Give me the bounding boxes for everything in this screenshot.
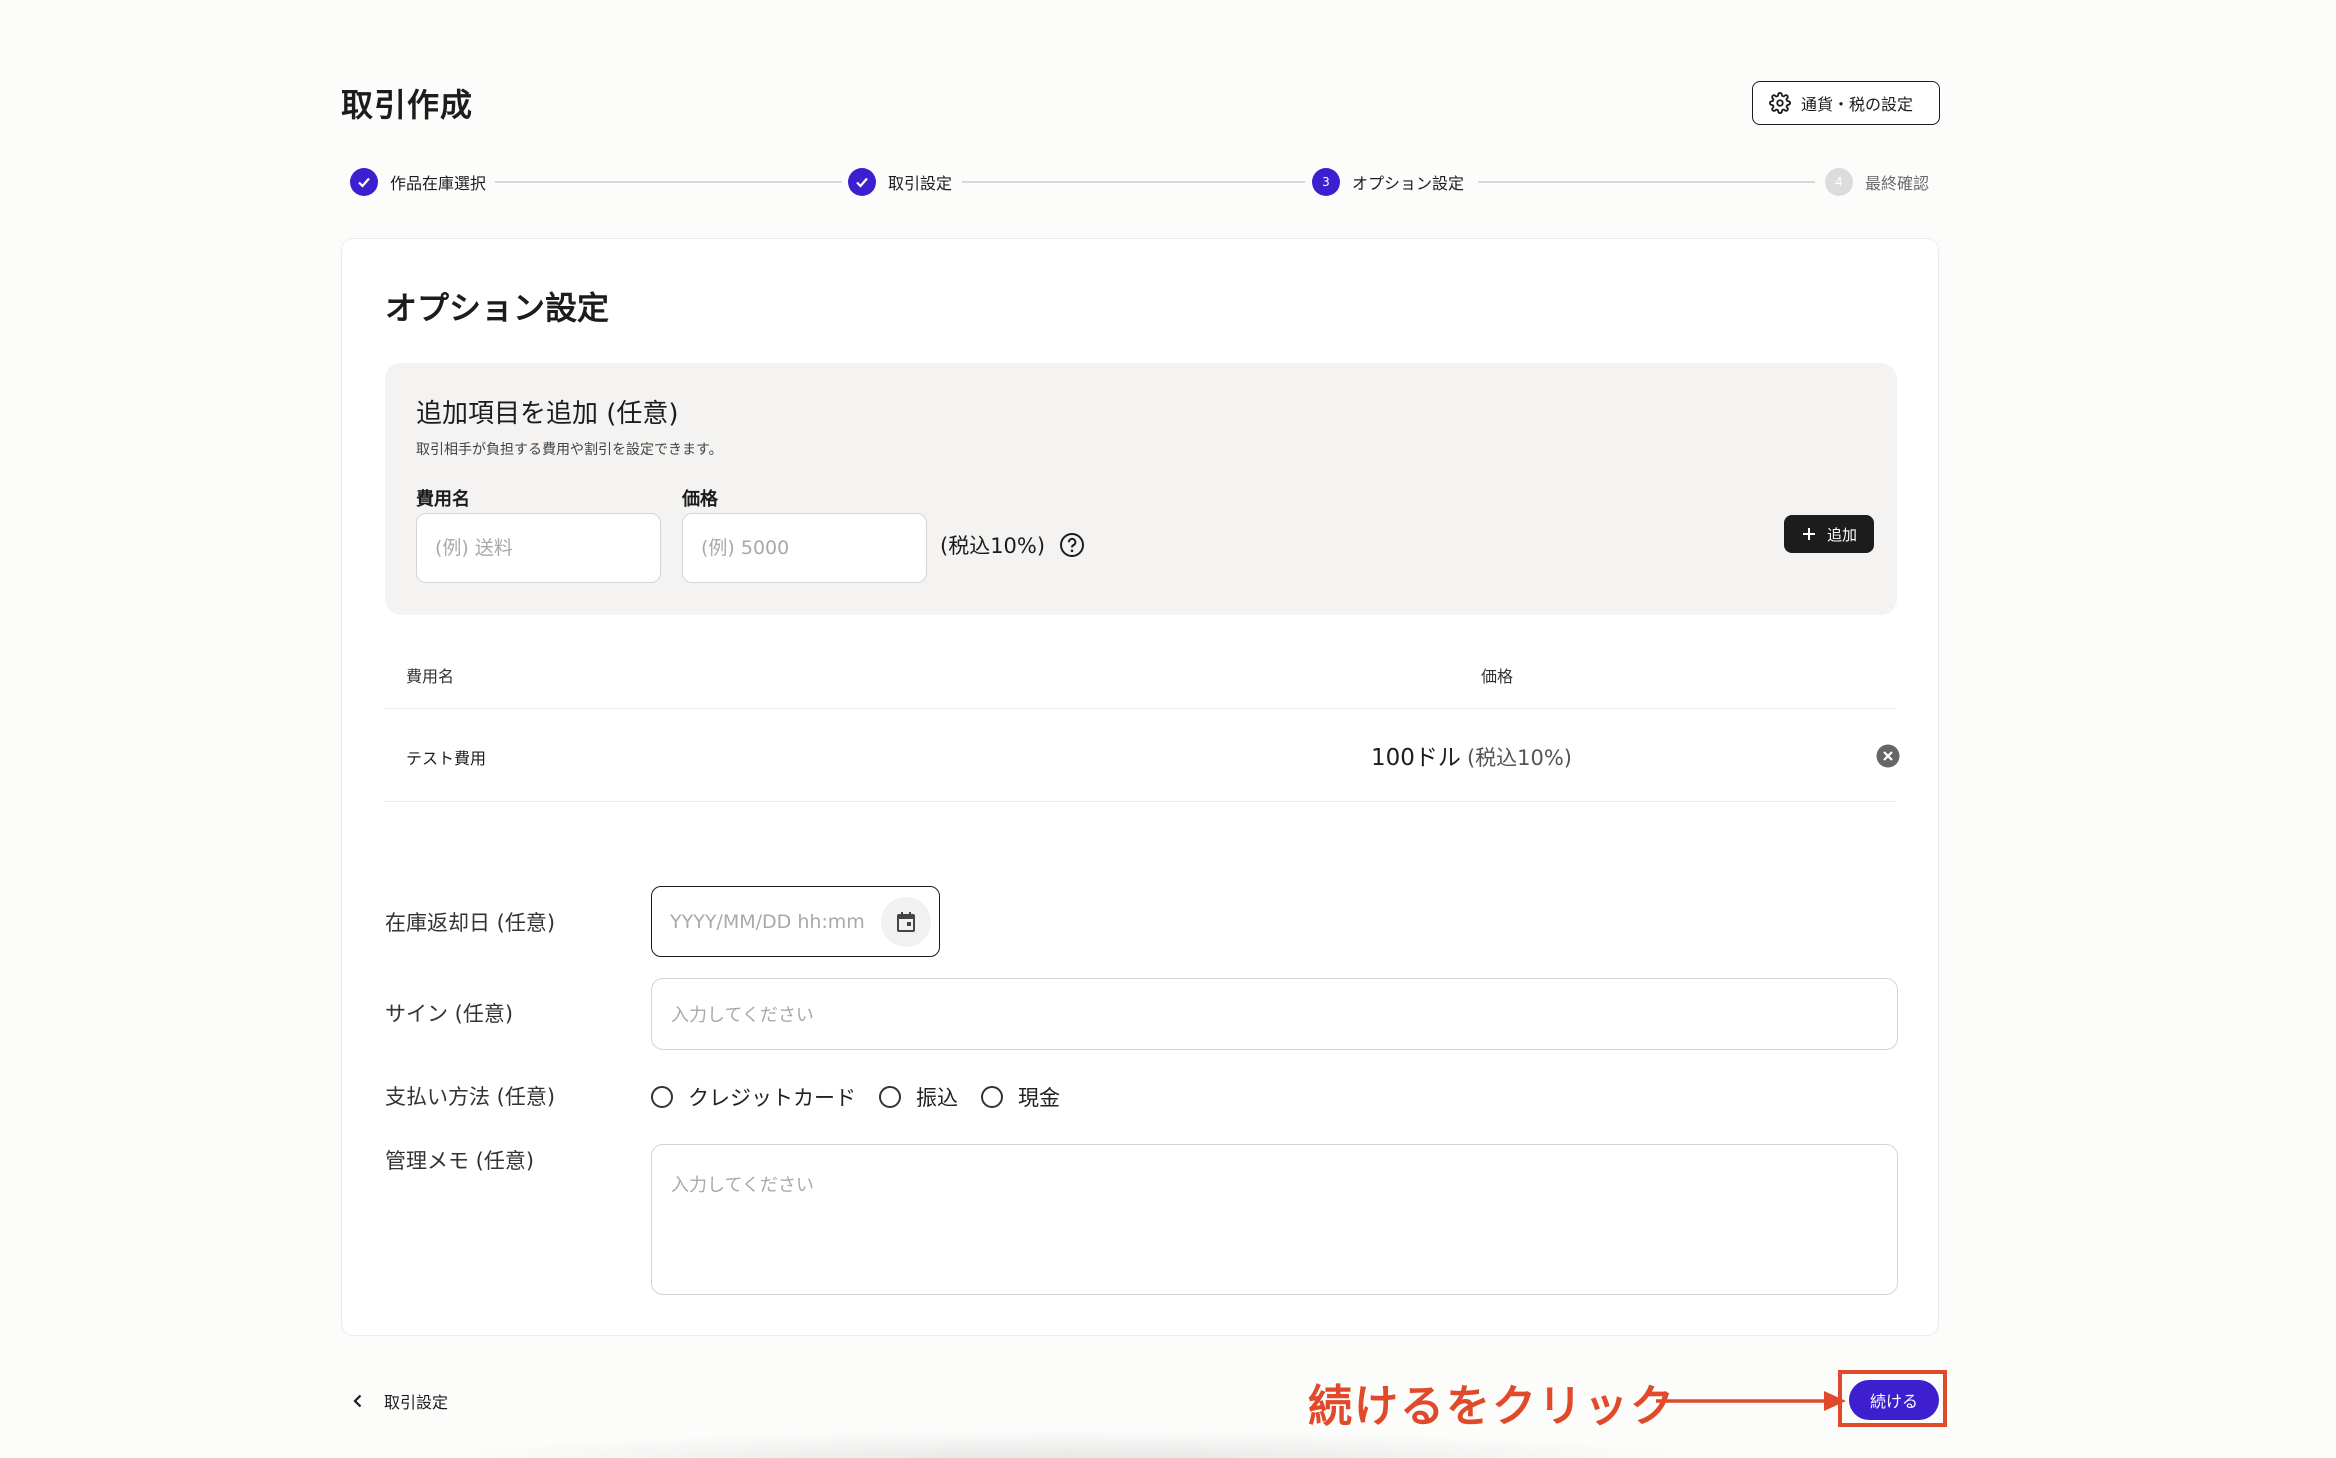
step-label: 最終確認 bbox=[1865, 174, 1930, 193]
step-final-confirmation: 4 最終確認 bbox=[1825, 167, 1929, 197]
step-label: 取引設定 bbox=[888, 174, 953, 193]
return-date-placeholder: YYYY/MM/DD hh:mm bbox=[670, 910, 865, 933]
table-row: テスト費用 100ドル (税込10%) bbox=[385, 709, 1900, 802]
price-tax: (税込10%) bbox=[1466, 746, 1572, 770]
radio-circle-icon bbox=[879, 1086, 901, 1108]
continue-button[interactable]: 続ける bbox=[1849, 1380, 1939, 1420]
radio-label: 現金 bbox=[1018, 1086, 1060, 1110]
continue-label: 続ける bbox=[1869, 1392, 1918, 1411]
step-number-badge: 4 bbox=[1825, 168, 1853, 196]
currency-tax-settings-button[interactable]: 通貨・税の設定 bbox=[1752, 81, 1940, 125]
radio-label: クレジットカード bbox=[688, 1086, 856, 1110]
tax-note: (税込10%) bbox=[940, 530, 1085, 560]
table-header-row: 費用名 価格 bbox=[385, 639, 1897, 709]
section-title: オプション設定 bbox=[385, 289, 610, 327]
radio-credit-card[interactable]: クレジットカード bbox=[651, 1082, 856, 1112]
check-icon bbox=[848, 168, 876, 196]
signature-input[interactable]: 入力してください bbox=[651, 978, 1898, 1050]
step-connector bbox=[1478, 181, 1815, 183]
chevron-left-icon bbox=[353, 1394, 362, 1408]
plus-icon bbox=[1802, 528, 1815, 540]
annotation-arrow-icon bbox=[1656, 1391, 1846, 1411]
add-button-label: 追加 bbox=[1826, 525, 1857, 544]
memo-label: 管理メモ (任意) bbox=[385, 1149, 535, 1173]
radio-circle-icon bbox=[651, 1086, 673, 1108]
radio-cash[interactable]: 現金 bbox=[981, 1082, 1060, 1112]
tax-note-text: (税込10%) bbox=[940, 534, 1046, 558]
column-header-price: 価格 bbox=[1481, 667, 1514, 686]
back-to-transaction-settings-link[interactable]: 取引設定 bbox=[350, 1389, 448, 1413]
fee-table: 費用名 価格 テスト費用 100ドル (税込10%) bbox=[385, 639, 1900, 802]
price-label: 価格 bbox=[682, 489, 718, 510]
options-card: オプション設定 追加項目を追加 (任意) 取引相手が負担する費用や割引を設定でき… bbox=[341, 238, 1939, 1336]
add-item-button[interactable]: 追加 bbox=[1784, 515, 1874, 553]
price-input[interactable] bbox=[682, 513, 927, 583]
memo-textarea[interactable]: 入力してください bbox=[651, 1144, 1898, 1295]
step-label: オプション設定 bbox=[1352, 174, 1465, 193]
page: 取引作成 通貨・税の設定 作品在庫選択 取引設定 3 オプション設定 4 最終確… bbox=[0, 0, 2336, 1458]
step-transaction-settings[interactable]: 取引設定 bbox=[848, 167, 952, 197]
radio-circle-icon bbox=[981, 1086, 1003, 1108]
return-date-input[interactable]: YYYY/MM/DD hh:mm bbox=[651, 886, 940, 957]
step-inventory-selection[interactable]: 作品在庫選択 bbox=[350, 167, 486, 197]
step-number-badge: 3 bbox=[1312, 168, 1340, 196]
calendar-icon[interactable] bbox=[881, 897, 931, 947]
step-option-settings: 3 オプション設定 bbox=[1312, 167, 1464, 197]
remove-circle-icon[interactable] bbox=[1875, 743, 1901, 769]
column-header-name: 費用名 bbox=[406, 667, 455, 686]
bottom-shadow bbox=[420, 1430, 1720, 1458]
step-label: 作品在庫選択 bbox=[390, 174, 487, 193]
annotation-text: 続けるをクリック bbox=[1308, 1381, 1676, 1432]
radio-bank-transfer[interactable]: 振込 bbox=[879, 1082, 958, 1112]
radio-label: 振込 bbox=[916, 1086, 958, 1110]
back-label: 取引設定 bbox=[384, 1393, 449, 1412]
return-date-label: 在庫返却日 (任意) bbox=[385, 911, 556, 935]
fee-name-cell: テスト費用 bbox=[406, 749, 487, 768]
fee-name-input[interactable] bbox=[416, 513, 661, 583]
step-connector bbox=[962, 181, 1305, 183]
price-value: 100ドル bbox=[1371, 745, 1461, 771]
payment-method-group: クレジットカード 振込 現金 bbox=[651, 1082, 1083, 1112]
add-item-panel: 追加項目を追加 (任意) 取引相手が負担する費用や割引を設定できます。 費用名 … bbox=[385, 363, 1897, 615]
page-title: 取引作成 bbox=[341, 86, 474, 124]
settings-label: 通貨・税の設定 bbox=[1801, 95, 1914, 114]
signature-label: サイン (任意) bbox=[385, 1002, 514, 1026]
fee-name-label: 費用名 bbox=[416, 489, 470, 510]
fee-price-cell: 100ドル (税込10%) bbox=[1371, 738, 1572, 772]
gear-icon bbox=[1769, 92, 1791, 114]
memo-placeholder: 入力してください bbox=[671, 1175, 814, 1196]
check-icon bbox=[350, 168, 378, 196]
progress-stepper: 作品在庫選択 取引設定 3 オプション設定 4 最終確認 bbox=[350, 167, 1940, 197]
help-icon[interactable] bbox=[1059, 532, 1085, 558]
step-connector bbox=[495, 181, 842, 183]
add-item-title: 追加項目を追加 (任意) bbox=[416, 399, 679, 429]
add-item-description: 取引相手が負担する費用や割引を設定できます。 bbox=[416, 442, 723, 458]
signature-placeholder: 入力してください bbox=[671, 1005, 814, 1026]
payment-method-label: 支払い方法 (任意) bbox=[385, 1085, 556, 1109]
